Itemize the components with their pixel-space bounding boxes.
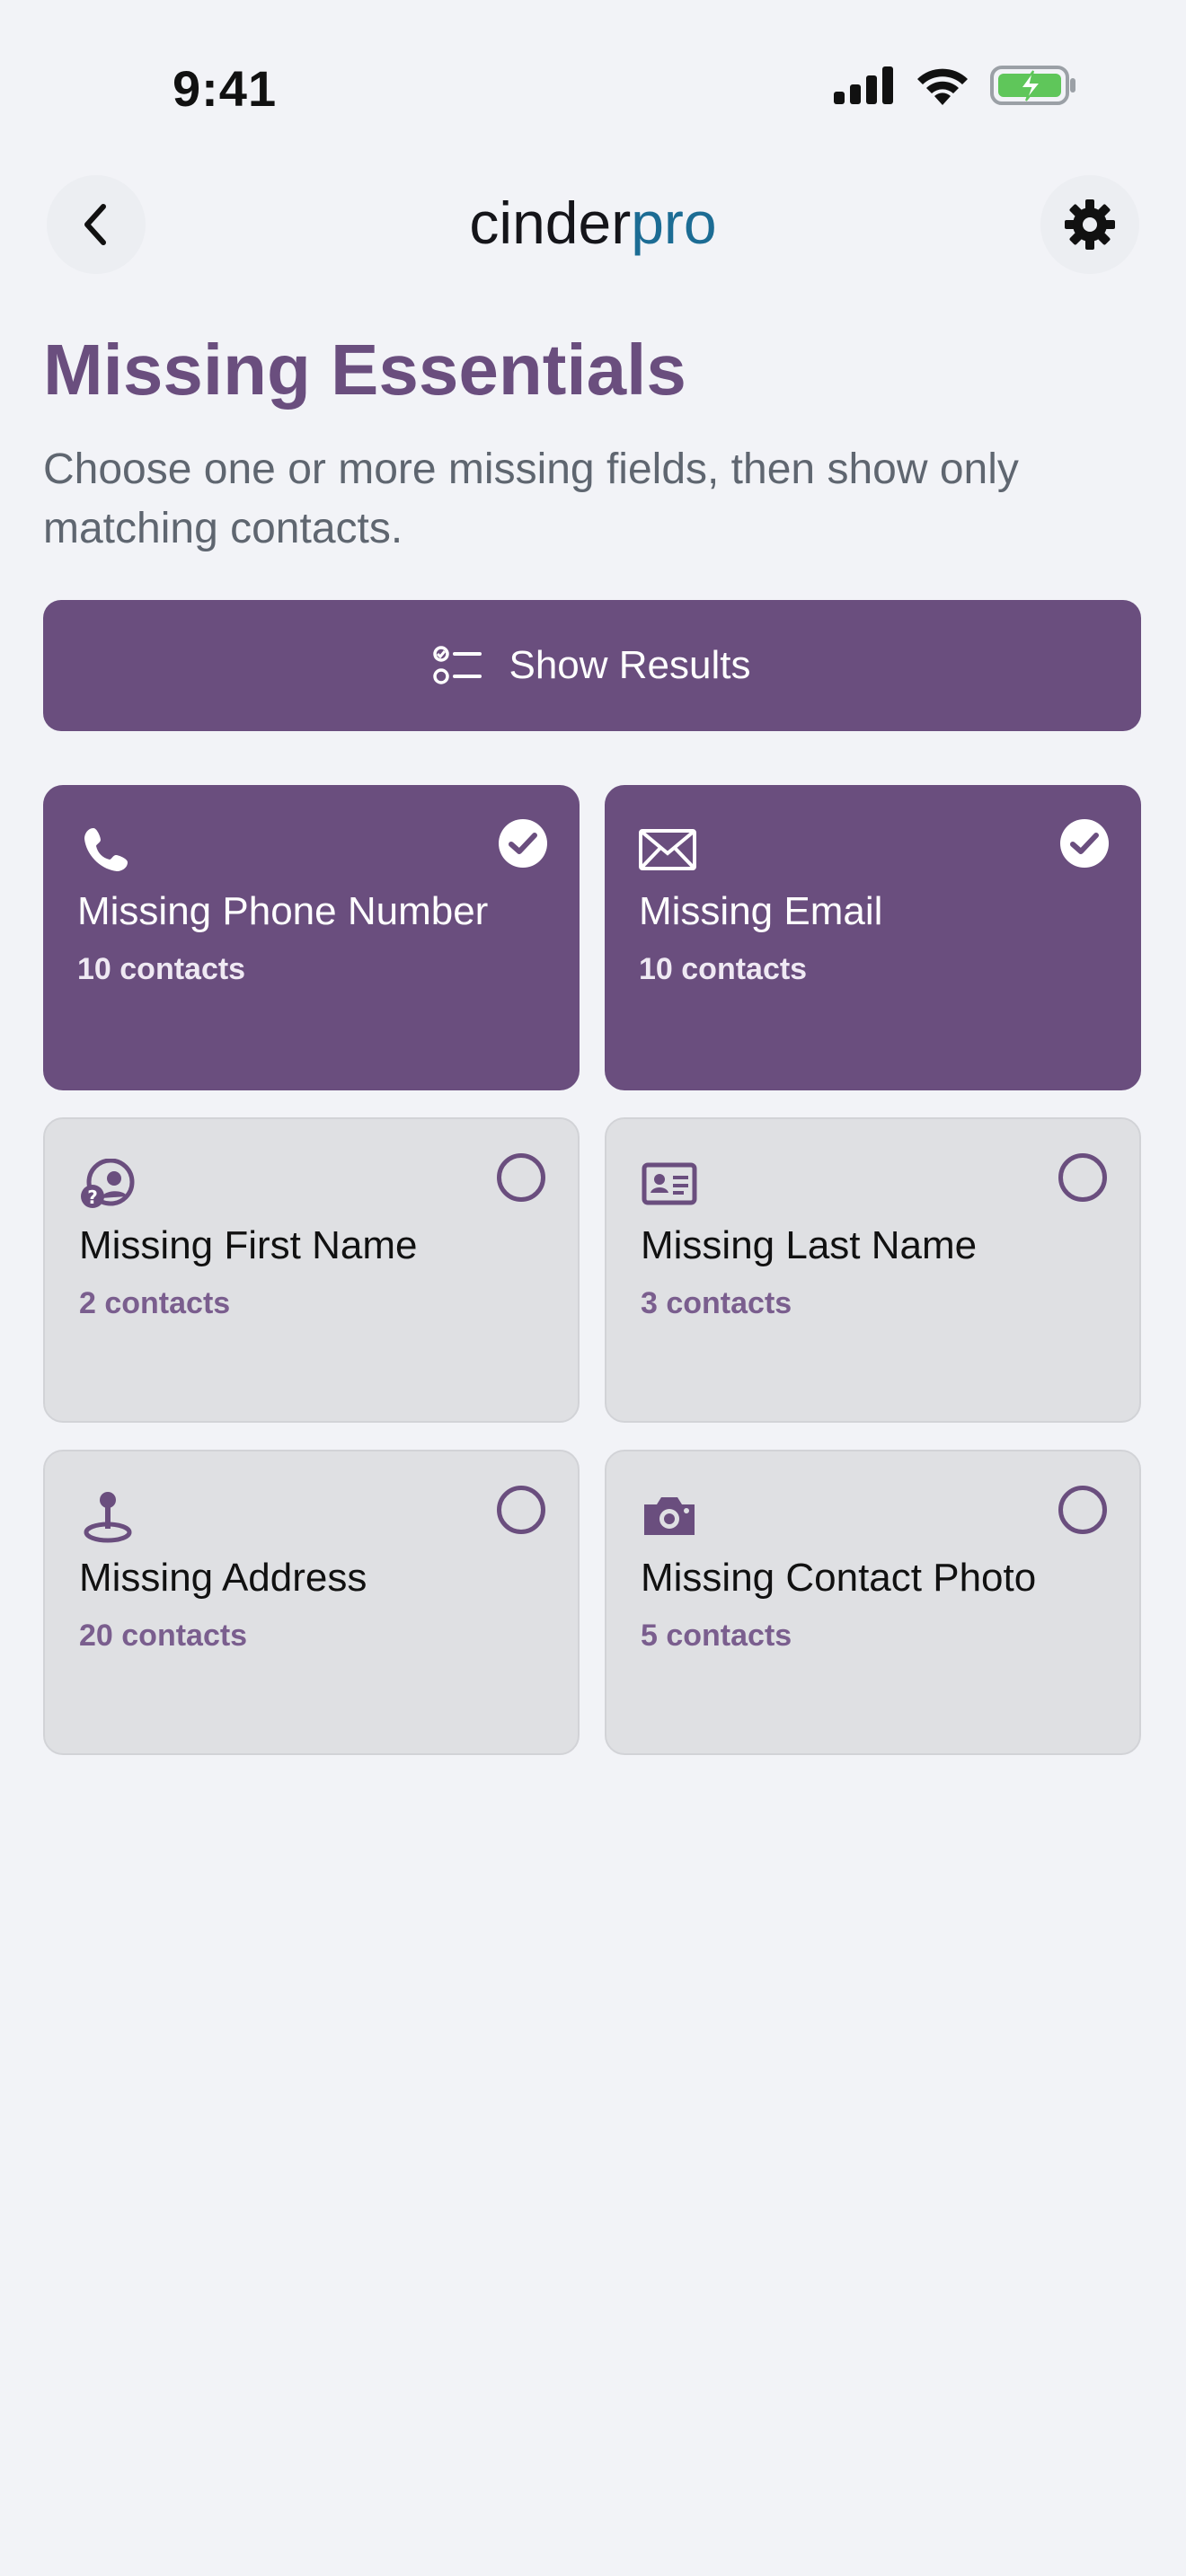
card-count: 2 contacts bbox=[79, 1286, 231, 1320]
selected-check-icon bbox=[499, 819, 547, 868]
card-missing-address[interactable]: Missing Address 20 contacts bbox=[43, 1450, 580, 1755]
card-title: Missing Contact Photo bbox=[641, 1556, 1037, 1600]
phone-icon bbox=[77, 821, 135, 878]
battery-charging-icon bbox=[990, 66, 1075, 105]
card-missing-first-name[interactable]: ? Missing First Name 2 contacts bbox=[43, 1117, 580, 1423]
app-logo: cinderpro bbox=[0, 189, 1186, 257]
id-card-icon bbox=[641, 1155, 698, 1213]
card-count: 10 contacts bbox=[639, 952, 808, 986]
app-header: cinderpro bbox=[0, 171, 1186, 278]
status-icons bbox=[834, 65, 1078, 106]
unselected-radio-icon bbox=[1058, 1153, 1107, 1202]
card-title: Missing Last Name bbox=[641, 1223, 978, 1267]
wifi-icon bbox=[917, 68, 968, 105]
card-title: Missing Email bbox=[639, 889, 883, 933]
checklist-icon bbox=[433, 646, 482, 684]
envelope-icon bbox=[639, 821, 696, 878]
page-title: Missing Essentials bbox=[43, 330, 686, 410]
selected-check-icon bbox=[1060, 819, 1109, 868]
page-subtitle: Choose one or more missing fields, then … bbox=[43, 446, 1019, 552]
card-missing-phone[interactable]: Missing Phone Number 10 contacts bbox=[43, 785, 580, 1090]
card-title: Missing Phone Number bbox=[77, 889, 489, 933]
card-count: 10 contacts bbox=[77, 952, 246, 986]
show-results-label: Show Results bbox=[509, 643, 751, 687]
status-time: 9:41 bbox=[173, 60, 278, 117]
unselected-radio-icon bbox=[1058, 1486, 1107, 1534]
svg-text:?: ? bbox=[87, 1187, 98, 1208]
card-count: 3 contacts bbox=[641, 1286, 792, 1320]
logo-text-primary: cinder bbox=[469, 190, 632, 256]
map-pin-icon bbox=[79, 1487, 137, 1545]
card-title: Missing Address bbox=[79, 1556, 367, 1600]
status-bar: 9:41 bbox=[0, 0, 1186, 171]
logo-text-secondary: pro bbox=[631, 190, 717, 256]
card-count: 20 contacts bbox=[79, 1619, 248, 1653]
card-missing-email[interactable]: Missing Email 10 contacts bbox=[605, 785, 1141, 1090]
card-missing-contact-photo[interactable]: Missing Contact Photo 5 contacts bbox=[605, 1450, 1141, 1755]
settings-button[interactable] bbox=[1040, 175, 1139, 274]
show-results-button[interactable]: Show Results bbox=[43, 600, 1141, 731]
gear-icon bbox=[1065, 199, 1115, 250]
unknown-person-icon: ? bbox=[79, 1155, 137, 1213]
card-count: 5 contacts bbox=[641, 1619, 792, 1653]
unselected-radio-icon bbox=[497, 1153, 545, 1202]
camera-icon bbox=[641, 1487, 698, 1545]
card-title: Missing First Name bbox=[79, 1223, 418, 1267]
cellular-signal-icon bbox=[834, 66, 893, 104]
unselected-radio-icon bbox=[497, 1486, 545, 1534]
card-missing-last-name[interactable]: Missing Last Name 3 contacts bbox=[605, 1117, 1141, 1423]
